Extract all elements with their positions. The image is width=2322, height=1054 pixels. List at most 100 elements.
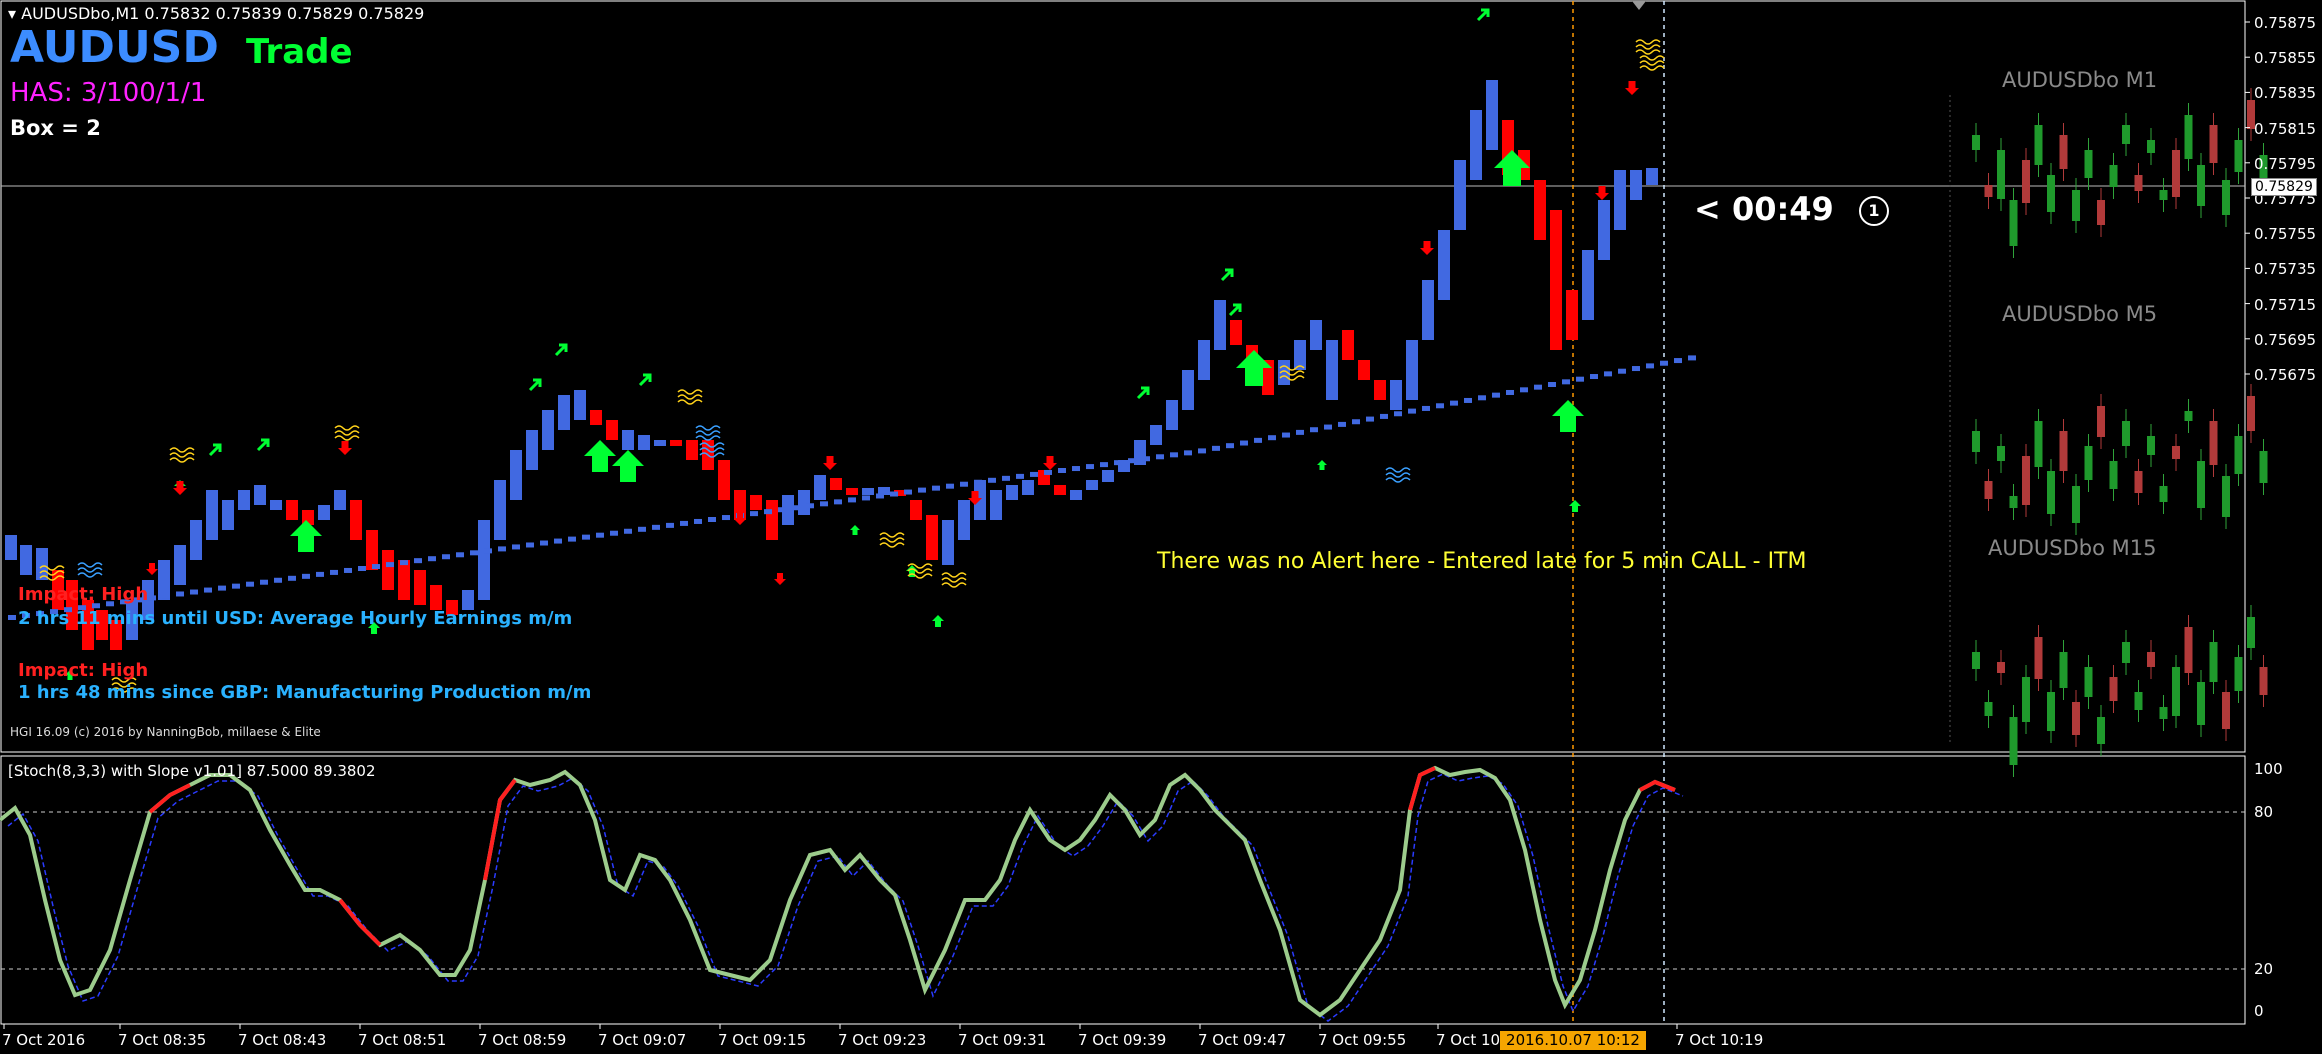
mini-chart-title-m5: AUDUSDbo M5 (2002, 302, 2158, 326)
stoch-axis-20: 20 (2254, 960, 2274, 978)
stoch-slope-down-segment (1639, 779, 1676, 792)
candle (1166, 400, 1178, 430)
ma-point (1226, 443, 1234, 449)
arrow-diagonal-icon (1476, 8, 1490, 22)
arrow-down-icon (1595, 186, 1609, 200)
ma-point (1408, 408, 1416, 414)
mode-label: Trade (246, 32, 353, 72)
candle (1582, 250, 1594, 320)
ma-point (512, 544, 520, 550)
candle (846, 488, 858, 495)
symbol-info-line: ▾ AUDUSDbo,M1 0.75832 0.75839 0.75829 0.… (8, 4, 425, 23)
wave-marker-icon (334, 425, 360, 431)
ma-point (1394, 411, 1402, 417)
candle (750, 495, 762, 510)
chart-window[interactable]: ▾ AUDUSDbo,M1 0.75832 0.75839 0.75829 0.… (0, 0, 2322, 1054)
price-axis-label: 0.75755 (2254, 225, 2317, 244)
candle (1614, 170, 1626, 230)
ma-point (1576, 376, 1584, 382)
arrow-diagonal-icon (1136, 386, 1150, 400)
candle (622, 430, 634, 450)
ma-point (946, 483, 954, 489)
candle (910, 500, 922, 520)
mini-chart-title-m1: AUDUSDbo M1 (2002, 68, 2158, 92)
arrow-diagonal-icon (638, 373, 652, 387)
mini-candle (1972, 135, 1980, 150)
stochastic-lines (0, 765, 1684, 1022)
timer-text: < 00:49 (1694, 190, 1834, 228)
candle (1422, 280, 1434, 340)
mini-candle (2097, 200, 2105, 225)
candle (1534, 180, 1546, 240)
box-setting: Box = 2 (10, 116, 101, 140)
ma-point (274, 577, 282, 583)
mini-candle (2209, 125, 2218, 163)
ma-point (1198, 448, 1206, 454)
signal-arrows (39, 8, 1665, 693)
candle (430, 585, 442, 610)
stoch-main-line (0, 765, 1676, 1018)
chart-annotation[interactable]: There was no Alert here - Entered late f… (1157, 549, 1806, 574)
mini-candle (2147, 140, 2155, 153)
big-arrow-up-icon (1552, 400, 1584, 432)
ma-point (1044, 469, 1052, 475)
mini-candle (1984, 185, 1993, 197)
time-axis-label: 7 Oct 09:15 (718, 1031, 807, 1049)
ma-point (526, 542, 534, 548)
time-axis-label: 7 Oct 2016 (2, 1031, 86, 1049)
ma-point (372, 564, 380, 570)
ma-point (666, 522, 674, 528)
mini-candle (2197, 165, 2205, 206)
candle (222, 500, 234, 530)
candle (1070, 490, 1082, 500)
mini-candle (2109, 677, 2118, 701)
arrow-down-icon (338, 441, 352, 455)
arrow-up-icon (932, 615, 944, 627)
stoch-axis-100: 100 (2254, 760, 2283, 778)
candle (1006, 485, 1018, 500)
candle (638, 435, 650, 450)
arrow-down-icon (1043, 456, 1057, 470)
mini-candle (2259, 667, 2268, 695)
ma-point (1534, 384, 1542, 390)
arrow-diagonal-icon (554, 343, 568, 357)
ma-point (1240, 440, 1248, 446)
stochastic-label: [Stoch(8,3,3) with Slope v1.01] 87.5000 … (8, 762, 376, 780)
clock-icon: 1 (1858, 196, 1889, 226)
wave-marker-icon (677, 394, 703, 400)
news-text-2: 1 hrs 48 mins since GBP: Manufacturing P… (18, 682, 592, 703)
ma-point (1170, 452, 1178, 458)
price-axis-label: 0.75715 (2254, 295, 2317, 314)
price-axis-label: 0.75695 (2254, 330, 2317, 349)
ma-point (288, 575, 296, 581)
wave-marker-icon (695, 435, 721, 441)
shift-marker-icon[interactable] (1632, 1, 1646, 10)
mini-candle (2022, 677, 2030, 722)
mini-candle (2159, 707, 2168, 719)
ma-point (1660, 360, 1668, 366)
ma-point (344, 567, 352, 573)
ma-point (358, 566, 366, 571)
price-axis-label: 0.75795 (2254, 154, 2317, 173)
mini-candle (2084, 446, 2093, 480)
mini-candle (1972, 431, 1980, 452)
candle (414, 570, 426, 605)
mini-chart-title-m15: AUDUSDbo M15 (1988, 536, 2157, 560)
arrow-up-icon (850, 525, 860, 535)
mini-candle (2009, 496, 2018, 508)
ma-point (848, 497, 856, 503)
wave-marker-icon (941, 577, 967, 583)
mini-candle (2147, 652, 2155, 667)
ma-point (974, 479, 982, 485)
ma-point (610, 530, 618, 536)
ma-point (1604, 371, 1612, 377)
price-chart[interactable] (0, 0, 2322, 1054)
ma-point (596, 532, 604, 538)
arrow-down-icon (774, 573, 786, 585)
mini-candle (2222, 692, 2230, 729)
stoch-slope-down-segment (1408, 766, 1436, 811)
big-arrow-up-icon (612, 450, 644, 482)
ma-point (750, 511, 758, 517)
candle (334, 490, 346, 510)
ma-point (820, 501, 828, 507)
